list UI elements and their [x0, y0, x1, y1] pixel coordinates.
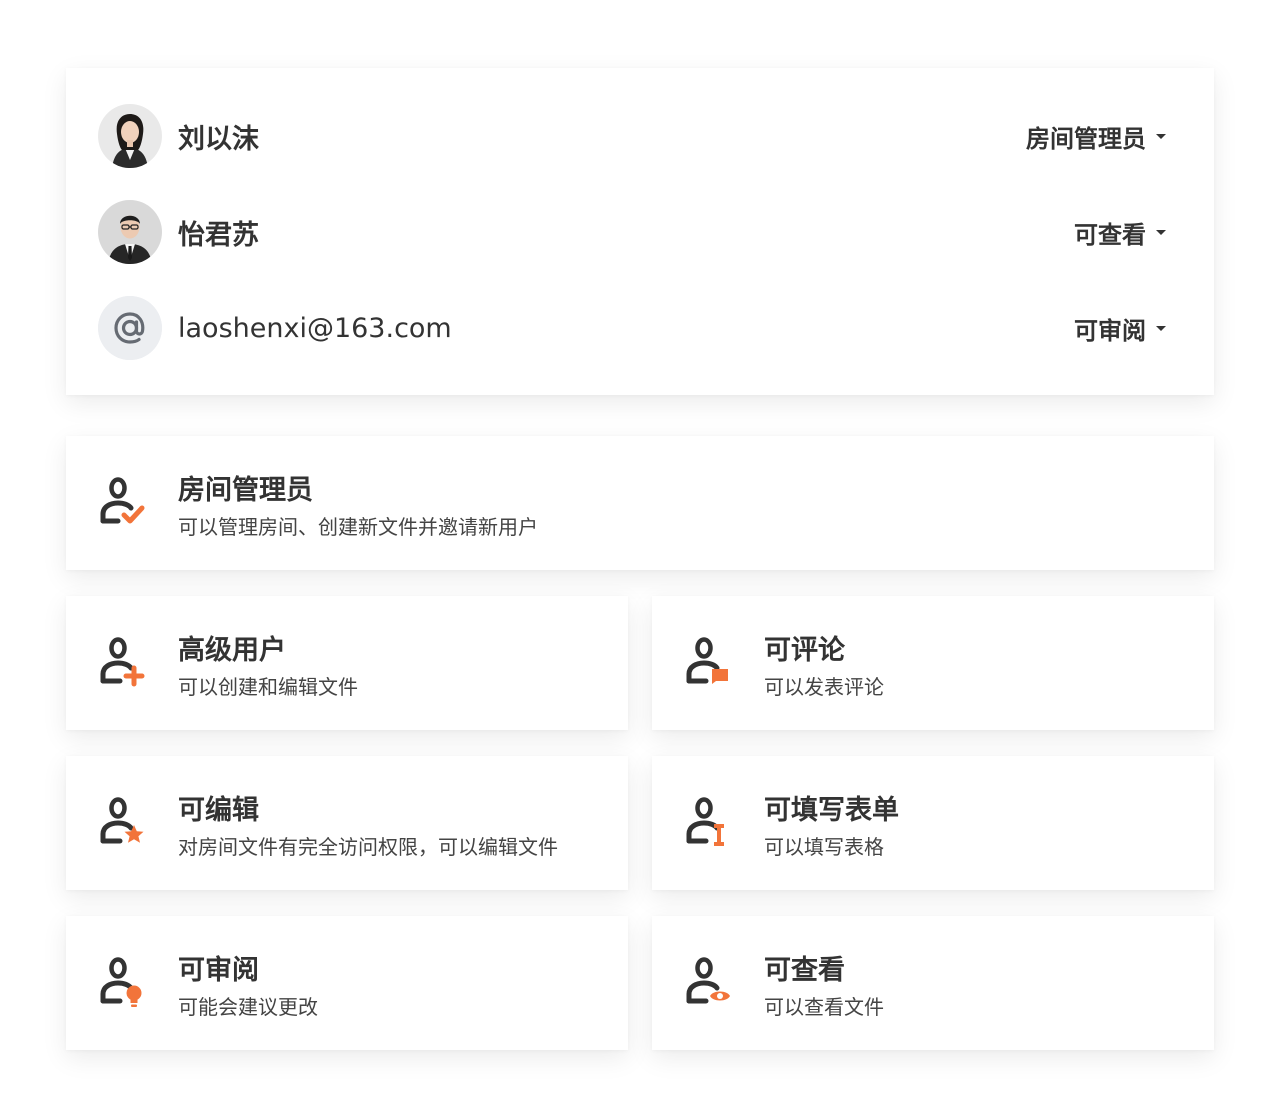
role-title: 可评论 [764, 635, 845, 666]
user-plus-icon [100, 637, 145, 687]
user-eye-icon [686, 957, 730, 1004]
role-description: 可以管理房间、创建新文件并邀请新用户 [178, 515, 538, 539]
role-card-reviewer: 可审阅 可能会建议更改 [66, 916, 628, 1050]
role-card-commenter: 可评论 可以发表评论 [652, 596, 1214, 730]
role-description: 对房间文件有完全访问权限，可以编辑文件 [178, 835, 558, 859]
role-dropdown-label: 房间管理员 [1026, 124, 1146, 153]
role-title: 可填写表单 [764, 795, 899, 826]
role-card-power-user: 高级用户 可以创建和编辑文件 [66, 596, 628, 730]
user-bulb-icon [100, 957, 142, 1007]
woman-photo-avatar [98, 104, 162, 168]
role-dropdown[interactable]: 房间管理员 [1026, 119, 1166, 154]
member-email: laoshenxi@163.com [178, 312, 452, 344]
role-title: 高级用户 [178, 635, 286, 666]
at-sign-icon [98, 296, 162, 360]
user-star-icon [100, 797, 144, 844]
role-dropdown[interactable]: 可审阅 [1074, 311, 1166, 346]
role-description: 可以发表评论 [764, 675, 884, 699]
role-title: 房间管理员 [178, 475, 313, 506]
member-row: laoshenxi@163.com 可审阅 [98, 296, 1166, 360]
role-title: 可审阅 [178, 955, 259, 986]
role-title: 可编辑 [178, 795, 259, 826]
caret-down-icon [1156, 133, 1166, 139]
role-card-viewer: 可查看 可以查看文件 [652, 916, 1214, 1050]
role-dropdown-label: 可审阅 [1074, 316, 1146, 345]
role-description: 可以填写表格 [764, 835, 884, 859]
member-row: 怡君苏 可查看 [98, 200, 1166, 264]
role-description: 可能会建议更改 [178, 995, 318, 1019]
role-dropdown[interactable]: 可查看 [1074, 215, 1166, 250]
member-name: 刘以沫 [178, 123, 259, 155]
role-card-editor: 可编辑 对房间文件有完全访问权限，可以编辑文件 [66, 756, 628, 890]
shared-users-card: 刘以沫 房间管理员 怡君苏 可查看 laoshenxi@163.com 可审阅 [66, 68, 1214, 395]
member-row: 刘以沫 房间管理员 [98, 104, 1166, 168]
user-check-icon [100, 477, 145, 524]
role-description: 可以查看文件 [764, 995, 884, 1019]
role-card-room-admin: 房间管理员 可以管理房间、创建新文件并邀请新用户 [66, 436, 1214, 570]
role-description: 可以创建和编辑文件 [178, 675, 358, 699]
role-card-form-filler: 可填写表单 可以填写表格 [652, 756, 1214, 890]
user-text-cursor-icon [686, 797, 724, 846]
member-name: 怡君苏 [178, 219, 259, 251]
caret-down-icon [1156, 229, 1166, 235]
man-photo-avatar [98, 200, 162, 264]
role-dropdown-label: 可查看 [1074, 220, 1146, 249]
user-comment-icon [686, 637, 728, 684]
role-title: 可查看 [764, 955, 845, 986]
caret-down-icon [1156, 325, 1166, 331]
